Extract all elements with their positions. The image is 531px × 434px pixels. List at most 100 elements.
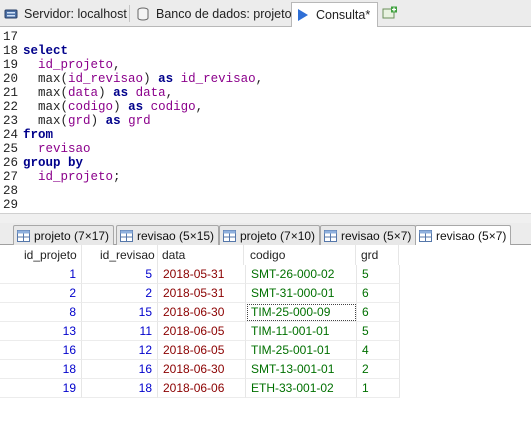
sql-editor[interactable]: 17 18 19 20 21 22 23 24 25 26 27 28 29 s… (0, 27, 531, 213)
cell-codigo[interactable]: SMT-31-000-01 (246, 284, 357, 303)
code-line: select (23, 44, 68, 58)
code-token: as (128, 100, 144, 114)
code-token: revisao (38, 142, 91, 156)
code-token: select (23, 44, 69, 58)
cell-grd[interactable]: 5 (357, 322, 400, 341)
cell-codigo[interactable]: ETH-33-001-02 (246, 379, 357, 398)
line-number: 27 (3, 170, 19, 184)
code-line: max(codigo) as codigo, (23, 100, 203, 114)
result-tab[interactable]: revisao (5×7) (320, 225, 417, 245)
column-header[interactable]: data (158, 245, 244, 265)
code-line: group by (23, 156, 83, 170)
column-header[interactable]: id_revisao (96, 245, 158, 265)
result-tab[interactable]: projeto (7×17) (13, 225, 115, 245)
line-number: 28 (3, 184, 19, 198)
tab-separator (129, 5, 130, 22)
code-token: ( (60, 86, 69, 100)
cell-grd[interactable]: 5 (357, 265, 400, 284)
cell-codigo[interactable]: TIM-25-001-01 (246, 341, 357, 360)
cell-id-revisao[interactable]: 12 (82, 341, 158, 360)
cell-data[interactable]: 2018-06-05 (158, 341, 246, 360)
cell-id-projeto[interactable]: 16 (0, 341, 82, 360)
cell-id-projeto[interactable]: 1 (0, 265, 82, 284)
column-header[interactable]: grd (357, 245, 399, 265)
cell-data[interactable]: 2018-06-30 (158, 360, 246, 379)
code-token: id_revisao (180, 72, 256, 86)
cell-id-projeto[interactable]: 19 (0, 379, 82, 398)
top-tab-bar: Servidor: localhost Banco de dados: proj… (0, 0, 531, 27)
cell-codigo[interactable]: SMT-13-001-01 (246, 360, 357, 379)
cell-grd[interactable]: 1 (357, 379, 400, 398)
code-token: id_projeto (38, 58, 114, 72)
cell-data[interactable]: 2018-06-06 (158, 379, 246, 398)
code-line: id_projeto, (23, 58, 121, 72)
cell-id-revisao[interactable]: 16 (82, 360, 158, 379)
server-icon (4, 9, 18, 19)
code-token: codigo (150, 100, 196, 114)
table-grid-icon (120, 229, 133, 242)
code-token: ( (60, 72, 69, 86)
cell-id-projeto[interactable]: 18 (0, 360, 82, 379)
cell-grd[interactable]: 6 (357, 303, 400, 322)
result-tab-bar: projeto (7×17) revisao (5×15) projeto (7… (0, 223, 531, 246)
cell-codigo[interactable]: TIM-25-000-09 (246, 303, 357, 322)
cell-id-projeto[interactable]: 8 (0, 303, 82, 322)
code-line: max(data) as data, (23, 86, 173, 100)
cell-data[interactable]: 2018-05-31 (158, 284, 246, 303)
code-line: revisao (23, 142, 91, 156)
cell-grd[interactable]: 6 (357, 284, 400, 303)
result-tab-label: projeto (7×17) (34, 228, 110, 243)
code-token: ) (90, 114, 106, 128)
result-grid[interactable]: id_projeto id_revisao data codigo grd 15… (0, 245, 531, 434)
code-token: from (23, 128, 54, 142)
column-header[interactable]: id_projeto (20, 245, 82, 265)
cell-id-revisao[interactable]: 11 (82, 322, 158, 341)
cell-data[interactable]: 2018-05-31 (158, 265, 246, 284)
cell-codigo[interactable]: SMT-26-000-02 (246, 265, 357, 284)
cell-id-revisao[interactable]: 18 (82, 379, 158, 398)
cell-id-projeto[interactable]: 13 (0, 322, 82, 341)
tab-query[interactable]: Consulta* (291, 2, 378, 27)
line-number: 18 (3, 44, 19, 58)
result-tab[interactable]: projeto (7×10) (219, 225, 321, 245)
result-tab-active[interactable]: revisao (5×7) (415, 225, 512, 246)
code-token: max (38, 100, 61, 114)
tab-server[interactable]: Servidor: localhost (0, 2, 127, 26)
code-token: by (68, 156, 84, 170)
line-number: 24 (3, 128, 19, 142)
line-number: 25 (3, 142, 19, 156)
result-tab-label: revisao (5×7) (341, 228, 412, 243)
cell-grd[interactable]: 2 (357, 360, 400, 379)
cell-id-revisao[interactable]: 2 (82, 284, 158, 303)
cell-data[interactable]: 2018-06-30 (158, 303, 246, 322)
cell-id-revisao[interactable]: 5 (82, 265, 158, 284)
cell-grd[interactable]: 4 (357, 341, 400, 360)
cell-data[interactable]: 2018-06-05 (158, 322, 246, 341)
database-icon (137, 7, 149, 21)
cell-id-revisao[interactable]: 15 (82, 303, 158, 322)
cell-id-projeto[interactable]: 2 (0, 284, 82, 303)
tab-database[interactable]: Banco de dados: projeto (132, 2, 292, 26)
column-header[interactable]: codigo (246, 245, 356, 265)
code-token: data (68, 86, 99, 100)
code-line: from (23, 128, 53, 142)
result-tab[interactable]: revisao (5×15) (116, 225, 220, 245)
tab-query-label: Consulta* (316, 8, 371, 22)
line-number: 29 (3, 198, 19, 212)
new-query-tab-icon[interactable] (382, 6, 398, 20)
line-number: 23 (3, 114, 19, 128)
line-number: 20 (3, 72, 19, 86)
code-token: max (38, 72, 61, 86)
table-grid-icon (419, 230, 432, 242)
code-line: max(grd) as grd (23, 114, 151, 128)
code-token: , (165, 86, 174, 100)
cell-codigo[interactable]: TIM-11-001-01 (246, 322, 357, 341)
code-token: max (38, 86, 61, 100)
play-icon (298, 9, 308, 21)
